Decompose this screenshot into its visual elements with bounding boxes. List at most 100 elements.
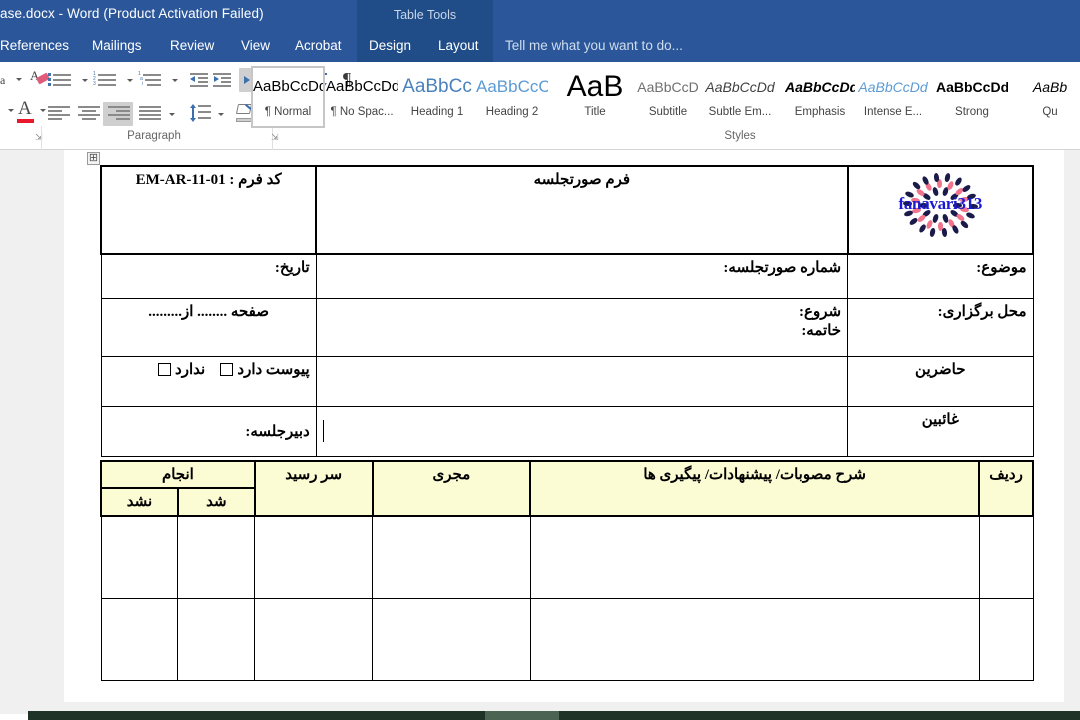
table-row-subject: موضوع: شماره صورتجلسه: تاریخ: <box>100 253 1034 299</box>
style-preview: AaBbCcD <box>637 79 699 95</box>
tab-design[interactable]: Design <box>369 38 411 53</box>
style-normal[interactable]: AaBbCcDd ¶ Normal <box>253 68 323 126</box>
tab-mailings[interactable]: Mailings <box>92 38 142 53</box>
line-spacing-icon[interactable] <box>189 104 212 124</box>
numbered-list-dropdown-icon[interactable] <box>127 79 133 82</box>
style-subtle-em[interactable]: AaBbCcDd Subtle Em... <box>702 68 778 126</box>
attendees-label-cell: حاضرین <box>847 355 1034 407</box>
taskbar-active-item[interactable] <box>485 711 559 720</box>
attachment-cell[interactable]: پیوست دارد ندارد <box>100 355 317 407</box>
table-row-venue: محل برگزاری: شروع: خاتمه: صفحه ........ … <box>100 297 1034 357</box>
font-color-icon[interactable]: A <box>8 99 52 124</box>
header-description: شرح مصوبات/ پیشنهادات/ پیگیری ها <box>529 460 981 517</box>
title-bar: ase.docx - Word (Product Activation Fail… <box>0 0 1080 31</box>
style-preview: AaBbCcDd <box>705 79 775 95</box>
cell-row-no[interactable] <box>978 597 1034 681</box>
paragraph-dialog-launcher[interactable]: ⇲ <box>271 132 281 142</box>
minutes-number-cell[interactable]: شماره صورتجلسه: <box>315 253 849 299</box>
cell-executor[interactable] <box>372 597 531 681</box>
font-dialog-launcher[interactable]: ⇲ <box>35 132 45 142</box>
cell-due-date[interactable] <box>254 597 374 681</box>
table-row[interactable] <box>100 597 1034 681</box>
table-row-attendees: حاضرین پیوست دارد ندارد <box>100 355 1034 407</box>
cell-due-date[interactable] <box>254 515 374 599</box>
tell-me-search[interactable]: Tell me what you want to do... <box>505 38 683 53</box>
justify-dropdown-icon[interactable] <box>169 113 175 116</box>
logo-petal <box>929 227 937 238</box>
tab-references[interactable]: References <box>0 38 69 53</box>
venue-cell[interactable]: محل برگزاری: <box>847 297 1034 357</box>
attachment-has-label: پیوست دارد <box>237 361 310 378</box>
style-no-spac[interactable]: AaBbCcDd ¶ No Spac... <box>326 68 398 126</box>
attachment-none-checkbox[interactable] <box>158 362 172 376</box>
tab-acrobat[interactable]: Acrobat <box>295 38 342 53</box>
logo-cell: fanavari313 <box>846 165 1035 255</box>
page-number-cell[interactable]: صفحه ........ از......... <box>100 297 317 357</box>
style-heading-2[interactable]: AaBbCcC Heading 2 <box>476 68 548 126</box>
table-row[interactable] <box>100 515 1034 599</box>
style-label: Qu <box>1042 106 1058 118</box>
cell-row-no[interactable] <box>978 515 1034 599</box>
align-right-icon[interactable] <box>108 106 132 122</box>
form-code-label: کد فرم : <box>229 172 282 188</box>
style-label: Heading 1 <box>410 106 464 118</box>
numbered-list-icon[interactable]: 1 2 3 <box>93 72 123 88</box>
time-cell[interactable]: شروع: خاتمه: <box>315 297 849 357</box>
decrease-indent-icon[interactable] <box>190 73 208 87</box>
style-label: Subtitle <box>648 106 688 118</box>
tab-review[interactable]: Review <box>170 38 214 53</box>
cell-description[interactable] <box>529 597 980 681</box>
contextual-tab-group-label: Table Tools <box>393 8 457 22</box>
style-title[interactable]: AaB Title <box>564 68 626 126</box>
style-label: ¶ Normal <box>264 106 312 118</box>
form-code-value: EM-AR-11-01 <box>135 172 226 188</box>
justify-icon[interactable] <box>139 106 163 122</box>
logo-petal <box>951 224 960 236</box>
text-highlight-icon[interactable]: a <box>0 70 24 88</box>
style-label: Title <box>584 106 606 118</box>
style-intense-e[interactable]: AaBbCcDd Intense E... <box>855 68 931 126</box>
start-time-label: شروع: <box>799 303 842 320</box>
absentees-value-cell[interactable] <box>315 405 849 457</box>
attendees-value-cell[interactable] <box>315 355 849 407</box>
logo-petal <box>920 174 930 186</box>
date-cell[interactable]: تاریخ: <box>100 253 317 299</box>
tab-layout[interactable]: Layout <box>438 38 479 53</box>
style-subtitle[interactable]: AaBbCcD Subtitle <box>634 68 702 126</box>
text-cursor <box>322 420 324 442</box>
subject-cell[interactable]: موضوع: <box>847 253 1034 299</box>
style-emphasis[interactable]: AaBbCcDd Emphasis <box>785 68 855 126</box>
style-label: Intense E... <box>863 106 923 118</box>
style-label: ¶ No Spac... <box>330 106 394 118</box>
style-label: Strong <box>955 106 989 118</box>
style-preview: AaBbCc <box>402 76 472 97</box>
multilevel-list-dropdown-icon[interactable] <box>172 79 178 82</box>
line-spacing-dropdown-icon[interactable] <box>218 113 224 116</box>
increase-indent-icon[interactable] <box>213 73 231 87</box>
tab-view[interactable]: View <box>241 38 270 53</box>
style-label: Emphasis <box>794 106 846 118</box>
attachment-has-checkbox[interactable] <box>220 362 234 376</box>
style-qu[interactable]: AaBb Qu <box>1030 68 1070 126</box>
style-strong[interactable]: AaBbCcDd Strong <box>936 68 1008 126</box>
style-preview: AaBbCcDd <box>858 79 928 95</box>
cell-done-no[interactable] <box>100 597 179 681</box>
secretary-cell[interactable]: دبیرجلسه: <box>100 405 317 457</box>
cell-executor[interactable] <box>372 515 531 599</box>
cell-done-no[interactable] <box>100 515 179 599</box>
align-left-icon[interactable] <box>48 106 72 122</box>
bullet-list-icon[interactable] <box>48 72 78 88</box>
multilevel-list-icon[interactable]: 1 a i <box>138 72 168 88</box>
ribbon: a A A ⇲ 1 2 3 1 a i ¶ Paragraph ⇲ AaBbCc… <box>0 62 1080 194</box>
vertical-scrollbar[interactable] <box>1064 150 1080 702</box>
form-title-cell: فرم صورتجلسه <box>315 165 849 255</box>
table-move-handle[interactable]: ⊞ <box>87 152 100 165</box>
cell-description[interactable] <box>529 515 980 599</box>
align-center-icon[interactable] <box>78 106 102 122</box>
style-preview: AaBb <box>1032 79 1068 95</box>
bullet-list-dropdown-icon[interactable] <box>82 79 88 82</box>
cell-done-yes[interactable] <box>177 597 256 681</box>
style-heading-1[interactable]: AaBbCc Heading 1 <box>401 68 473 126</box>
cell-done-yes[interactable] <box>177 515 256 599</box>
group-label-paragraph: Paragraph <box>127 130 181 142</box>
